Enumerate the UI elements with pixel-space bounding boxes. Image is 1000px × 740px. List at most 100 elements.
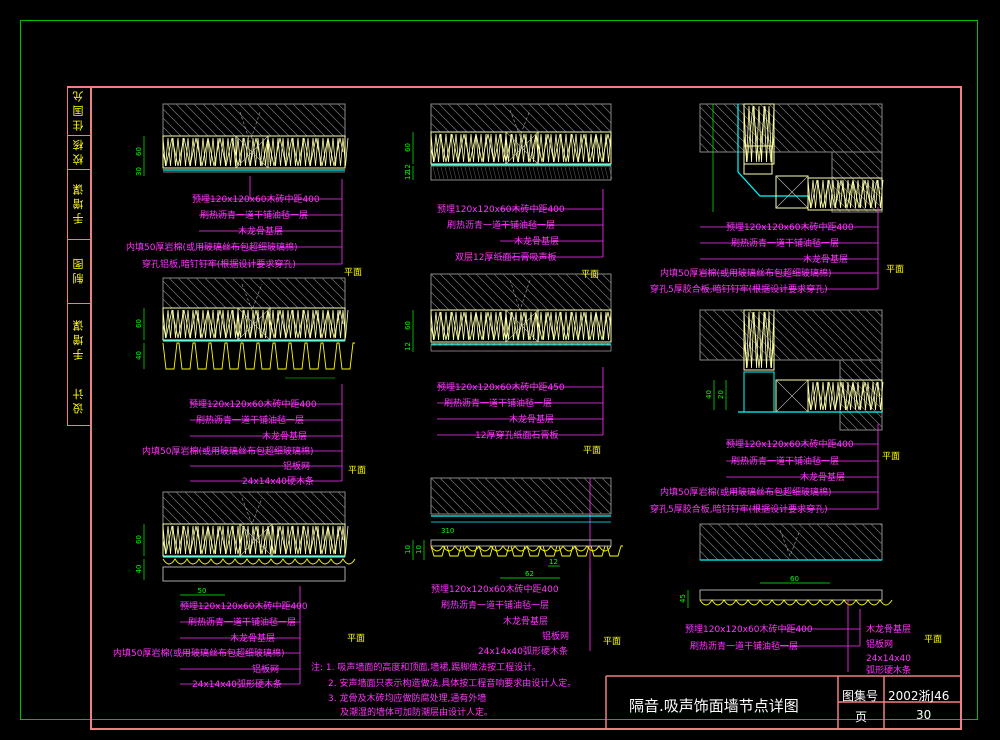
dimension-text: 60 bbox=[135, 319, 143, 328]
wall-hatch bbox=[804, 103, 854, 153]
wall-hatch bbox=[457, 477, 495, 515]
wall-hatch bbox=[249, 277, 281, 309]
detail-label: 弧形硬木条 bbox=[866, 666, 912, 676]
wall-hatch bbox=[565, 477, 603, 515]
board-hatch bbox=[564, 166, 569, 180]
wall-hatch bbox=[457, 273, 495, 311]
anchor-cone bbox=[509, 279, 531, 311]
detail-label: 内填50厚岩棉(或用玻璃丝布包超细玻璃棉) bbox=[660, 269, 832, 279]
board-hatch bbox=[468, 166, 473, 180]
wall-hatch bbox=[475, 273, 513, 311]
wall-hatch bbox=[867, 103, 883, 119]
wall-hatch bbox=[247, 491, 281, 525]
wall-hatch bbox=[258, 277, 290, 309]
board-hatch bbox=[436, 166, 441, 180]
wall-hatch bbox=[168, 277, 200, 309]
wall-hatch bbox=[699, 133, 719, 153]
wall-hatch bbox=[784, 309, 836, 361]
dimension-text: 50 bbox=[198, 587, 207, 595]
wall-hatch bbox=[852, 151, 883, 182]
wall-hatch bbox=[175, 491, 209, 525]
wall-hatch bbox=[162, 505, 182, 525]
board-hatch bbox=[552, 166, 557, 180]
plan-label: 平面 bbox=[581, 270, 600, 280]
wall-hatch bbox=[301, 103, 335, 137]
wall-hatch bbox=[301, 491, 335, 525]
wall-hatch bbox=[877, 359, 883, 365]
wall-hatch bbox=[430, 504, 441, 515]
wall-hatch bbox=[852, 523, 883, 554]
wall-hatch bbox=[786, 103, 836, 153]
detail-label: 内填50厚岩棉(或用玻璃丝布包超细玻璃棉) bbox=[126, 243, 298, 253]
board-hatch bbox=[464, 166, 469, 180]
wall-hatch bbox=[430, 495, 450, 515]
wall-hatch bbox=[839, 420, 850, 431]
wall-hatch bbox=[840, 103, 883, 146]
strip-layer bbox=[162, 566, 346, 582]
wall-hatch bbox=[430, 122, 441, 133]
dimension-text: 60 bbox=[135, 535, 143, 544]
board-hatch bbox=[580, 166, 585, 180]
detail-label: 刷热沥青一道干铺油毡一层 bbox=[200, 211, 309, 221]
wall-hatch bbox=[838, 309, 883, 354]
dimension-text: 10 bbox=[415, 545, 423, 554]
anchor-cone bbox=[239, 111, 261, 143]
board-hatch bbox=[472, 166, 477, 180]
wall-hatch bbox=[310, 491, 344, 525]
wall-hatch bbox=[211, 491, 245, 525]
board-hatch bbox=[604, 166, 609, 180]
wall-hatch bbox=[849, 103, 883, 137]
wall-hatch bbox=[193, 491, 227, 525]
dimension-text: 30 bbox=[135, 167, 143, 176]
wall-hatch bbox=[274, 491, 308, 525]
detail-label: 铝板网 bbox=[542, 632, 570, 642]
wall-hatch bbox=[582, 103, 612, 133]
arc-strip bbox=[699, 599, 893, 606]
wall-hatch bbox=[238, 491, 272, 525]
wall-hatch bbox=[556, 477, 594, 515]
detail-label: 木龙骨基层 bbox=[503, 617, 549, 627]
wall-hatch bbox=[699, 550, 710, 561]
wall-hatch bbox=[699, 341, 719, 361]
detail-label: 木龙骨基层 bbox=[262, 432, 308, 442]
detail-label: 内填50厚岩棉(或用玻璃丝布包超细玻璃棉) bbox=[113, 649, 285, 659]
arc-strip bbox=[430, 545, 612, 552]
arc-strip bbox=[162, 558, 356, 565]
wall-hatch bbox=[538, 273, 576, 311]
dimension-text: 60 bbox=[135, 147, 143, 156]
detail-label: 预埋120x120x60木砖中距400 bbox=[437, 205, 565, 215]
cad-detail-drawings: 60306012126040601240 20506040621210 103106… bbox=[135, 103, 962, 728]
plan-label: 平面 bbox=[348, 466, 367, 476]
wood-strip bbox=[162, 342, 355, 370]
wall-hatch bbox=[839, 411, 859, 431]
wall-hatch bbox=[283, 491, 317, 525]
wall-hatch bbox=[865, 309, 883, 327]
wall-hatch bbox=[303, 277, 335, 309]
board-hatch bbox=[608, 166, 613, 180]
board-hatch bbox=[544, 166, 549, 180]
detail-label: 内填50厚岩棉(或用玻璃丝布包超细玻璃棉) bbox=[660, 488, 832, 498]
board-hatch bbox=[500, 166, 505, 180]
board-hatch bbox=[484, 166, 489, 180]
note-line: 注: 1. 吸声墙面的高度和顶面,墙裙,踢脚做法按工程设计。 bbox=[311, 663, 542, 673]
dimension-text: 60 bbox=[404, 321, 412, 330]
detail-label: 预埋120x120x60木砖中距400 bbox=[180, 602, 308, 612]
wall-hatch bbox=[538, 477, 576, 515]
dimension-text: 12 bbox=[404, 171, 412, 180]
wall-hatch bbox=[283, 103, 317, 137]
wall-hatch bbox=[816, 523, 854, 561]
wall-hatch bbox=[699, 541, 719, 561]
detail-label: 预埋120x120x60木砖中距450 bbox=[437, 383, 565, 393]
board-hatch bbox=[536, 166, 541, 180]
wall-hatch bbox=[564, 103, 594, 133]
wall-hatch bbox=[337, 103, 346, 112]
board-hatch bbox=[568, 166, 573, 180]
dimension-text: 40 bbox=[705, 390, 713, 399]
detail-label: 刷热沥青一道干铺油毡一层 bbox=[690, 642, 799, 652]
wall-hatch bbox=[519, 103, 549, 133]
detail-label: 预埋120x120x60木砖中距400 bbox=[431, 585, 559, 595]
board-hatch bbox=[588, 166, 593, 180]
anchor-cone bbox=[241, 283, 263, 311]
detail-label: 预埋120x120x60木砖中距400 bbox=[726, 223, 854, 233]
wall-hatch bbox=[529, 477, 567, 515]
